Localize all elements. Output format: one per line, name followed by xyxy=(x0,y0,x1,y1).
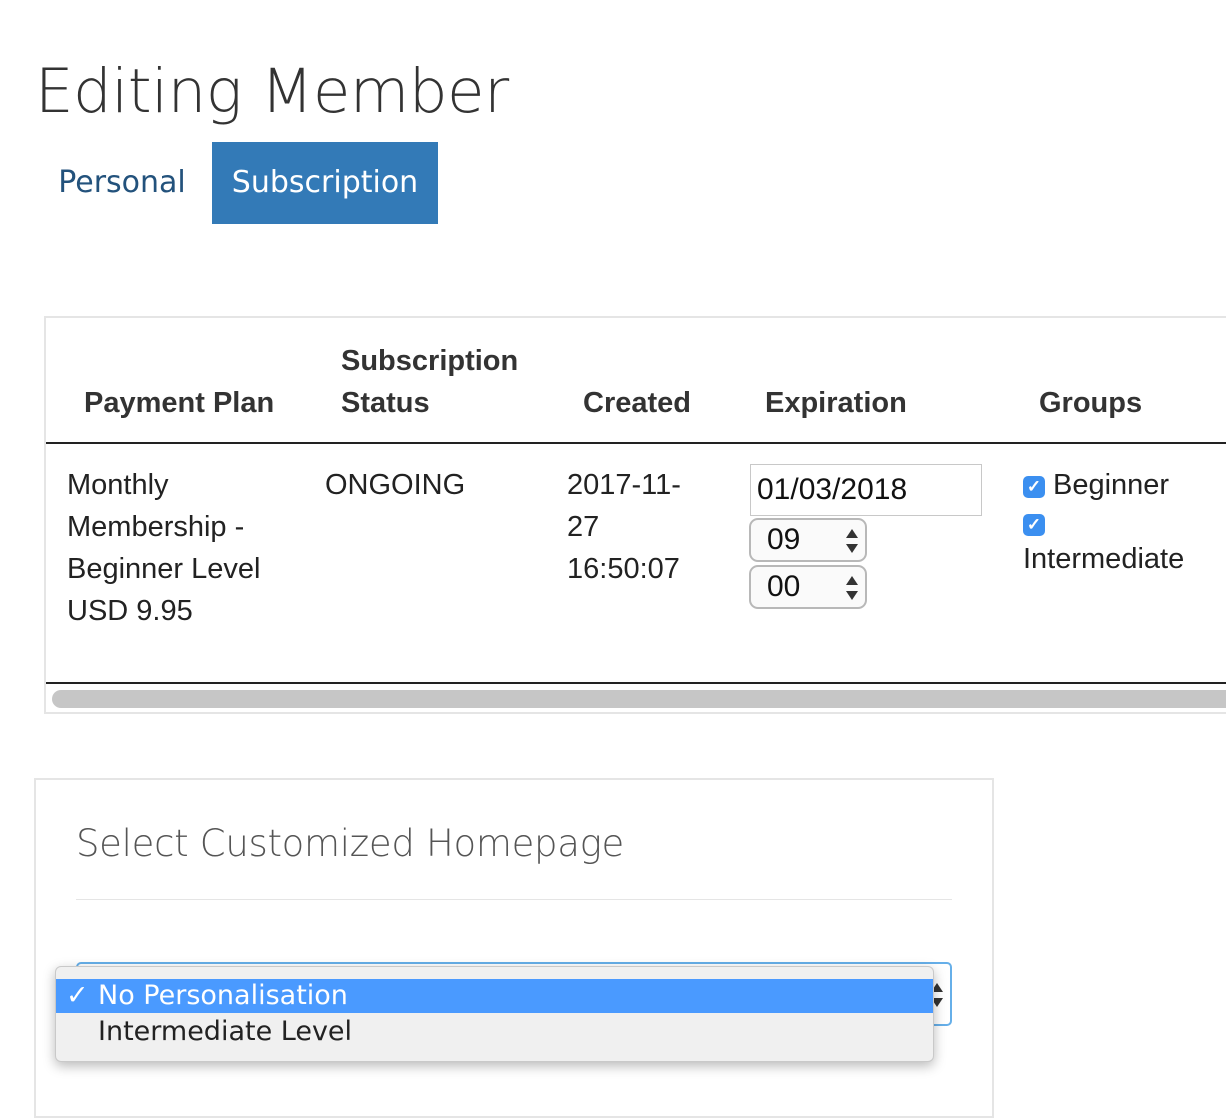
plan-line-4: USD 9.95 xyxy=(67,595,193,627)
tab-subscription[interactable]: Subscription xyxy=(212,142,438,224)
expiration-hour-value: 09 xyxy=(767,523,801,556)
created-line-3: 16:50:07 xyxy=(567,553,680,585)
option-label: No Personalisation xyxy=(98,980,348,1011)
header-subscription-status-line2: Status xyxy=(341,387,430,419)
subscription-table: Payment Plan Subscription Status Created… xyxy=(44,316,1226,714)
created-line-2: 27 xyxy=(567,511,600,543)
option-label: Intermediate Level xyxy=(98,1016,353,1047)
subscription-status-value: ONGOING xyxy=(325,469,466,501)
homepage-panel-title: Select Customized Homepage xyxy=(76,822,624,865)
homepage-panel: Select Customized Homepage xyxy=(34,778,994,1118)
stepper-arrows-icon[interactable] xyxy=(845,573,859,603)
stepper-arrows-icon[interactable] xyxy=(845,526,859,556)
header-groups: Groups xyxy=(1039,387,1143,419)
created-line-1: 2017-11- xyxy=(567,469,681,501)
header-subscription-status-line1: Subscription xyxy=(341,345,519,377)
expiration-minute-value: 00 xyxy=(767,570,801,603)
check-icon: ✓ xyxy=(66,980,89,1011)
header-payment-plan: Payment Plan xyxy=(84,387,275,419)
plan-line-2: Membership - xyxy=(67,511,245,543)
tab-personal[interactable]: Personal xyxy=(48,142,196,224)
group-intermediate-label: Intermediate xyxy=(1023,543,1185,575)
homepage-dropdown-menu: ✓ No Personalisation Intermediate Level xyxy=(55,966,934,1062)
header-expiration: Expiration xyxy=(765,387,907,419)
expiration-date-input[interactable]: 01/03/2018 xyxy=(750,464,982,516)
horizontal-scrollbar[interactable] xyxy=(52,690,1226,708)
table-bottom-divider xyxy=(46,682,1226,684)
group-beginner-label: Beginner xyxy=(1053,469,1170,501)
option-no-personalisation[interactable]: ✓ No Personalisation xyxy=(56,979,933,1013)
plan-line-1: Monthly xyxy=(67,469,169,501)
plan-line-3: Beginner Level xyxy=(67,553,261,585)
header-created: Created xyxy=(583,387,691,419)
page-title: Editing Member xyxy=(35,56,509,127)
group-beginner-checkbox[interactable]: ✓ xyxy=(1023,476,1045,498)
expiration-hour-stepper[interactable]: 09 xyxy=(749,518,867,562)
expiration-minute-stepper[interactable]: 00 xyxy=(749,565,867,609)
option-intermediate-level[interactable]: Intermediate Level xyxy=(56,1015,933,1049)
panel-divider xyxy=(76,899,952,900)
group-intermediate-checkbox[interactable]: ✓ xyxy=(1023,514,1045,536)
header-divider xyxy=(46,442,1226,444)
